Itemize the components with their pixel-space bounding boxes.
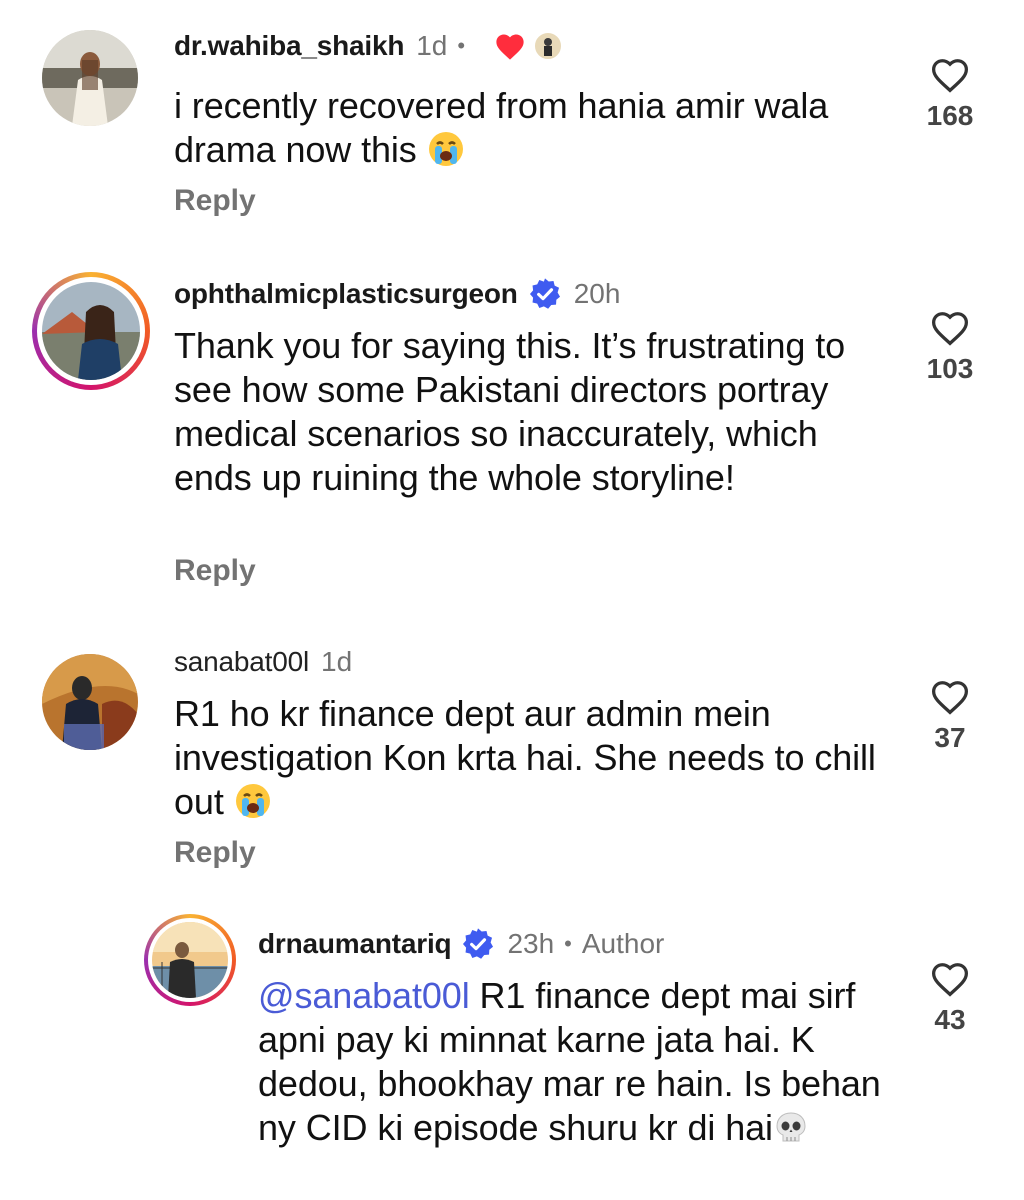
author-label: Author <box>581 928 665 959</box>
timestamp: 20h <box>573 278 621 309</box>
loudly-crying-face-emoji <box>234 782 272 830</box>
like-control: 43 <box>910 958 990 1036</box>
like-control: 103 <box>910 307 990 385</box>
skull-emoji <box>773 1110 809 1156</box>
heart-outline-icon[interactable] <box>910 958 990 998</box>
timestamp: 23h <box>507 928 555 959</box>
comment-text-content: i recently recovered from hania amir wal… <box>174 85 829 170</box>
comment-header: dr.wahiba_shaikh 1d • <box>174 28 564 64</box>
reply-button[interactable]: Reply <box>174 554 256 588</box>
comment-text-content: R1 ho kr finance dept aur admin mein inv… <box>174 693 876 822</box>
like-count[interactable]: 168 <box>910 100 990 132</box>
heart-outline-icon[interactable] <box>910 54 990 94</box>
separator-dot: • <box>564 931 572 956</box>
loudly-crying-face-emoji <box>427 130 465 178</box>
timestamp: 1d <box>416 30 448 61</box>
comment-header: sanabat00l 1d <box>174 644 352 680</box>
comment-text: @sanabat00l R1 finance dept mai sirf apn… <box>258 974 898 1156</box>
story-ring[interactable] <box>144 914 236 1006</box>
mention-link[interactable]: @sanabat00l <box>258 975 470 1016</box>
comment-header: drnaumantariq 23h • Author <box>258 926 664 962</box>
comment-header: ophthalmicplasticsurgeon 20h <box>174 276 620 312</box>
verified-badge-icon <box>528 277 562 311</box>
separator-dot: • <box>457 33 466 58</box>
timestamp: 1d <box>321 646 353 677</box>
heart-outline-icon[interactable] <box>910 307 990 347</box>
like-count[interactable]: 43 <box>910 1004 990 1036</box>
avatar <box>42 282 140 380</box>
comment-text: R1 ho kr finance dept aur admin mein inv… <box>174 692 894 830</box>
author-liked-heart-icon <box>493 31 527 61</box>
avatar[interactable] <box>42 654 138 750</box>
username[interactable]: sanabat00l <box>174 644 309 680</box>
username[interactable]: dr.wahiba_shaikh <box>174 28 404 64</box>
username[interactable]: ophthalmicplasticsurgeon <box>174 276 518 312</box>
reply-button[interactable]: Reply <box>174 184 256 218</box>
comment-text: Thank you for saying this. It’s frustrat… <box>174 325 846 498</box>
avatar <box>152 922 228 998</box>
heart-outline-icon[interactable] <box>910 676 990 716</box>
like-count[interactable]: 103 <box>910 353 990 385</box>
verified-badge-icon <box>461 927 495 961</box>
comment-text: i recently recovered from hania amir wal… <box>174 84 894 178</box>
story-ring[interactable] <box>32 272 150 390</box>
like-count[interactable]: 37 <box>910 722 990 754</box>
reply-button[interactable]: Reply <box>174 836 256 870</box>
author-mini-avatar <box>533 31 564 61</box>
like-control: 168 <box>910 54 990 132</box>
like-control: 37 <box>910 676 990 754</box>
username[interactable]: drnaumantariq <box>258 926 452 962</box>
avatar[interactable] <box>42 30 138 126</box>
